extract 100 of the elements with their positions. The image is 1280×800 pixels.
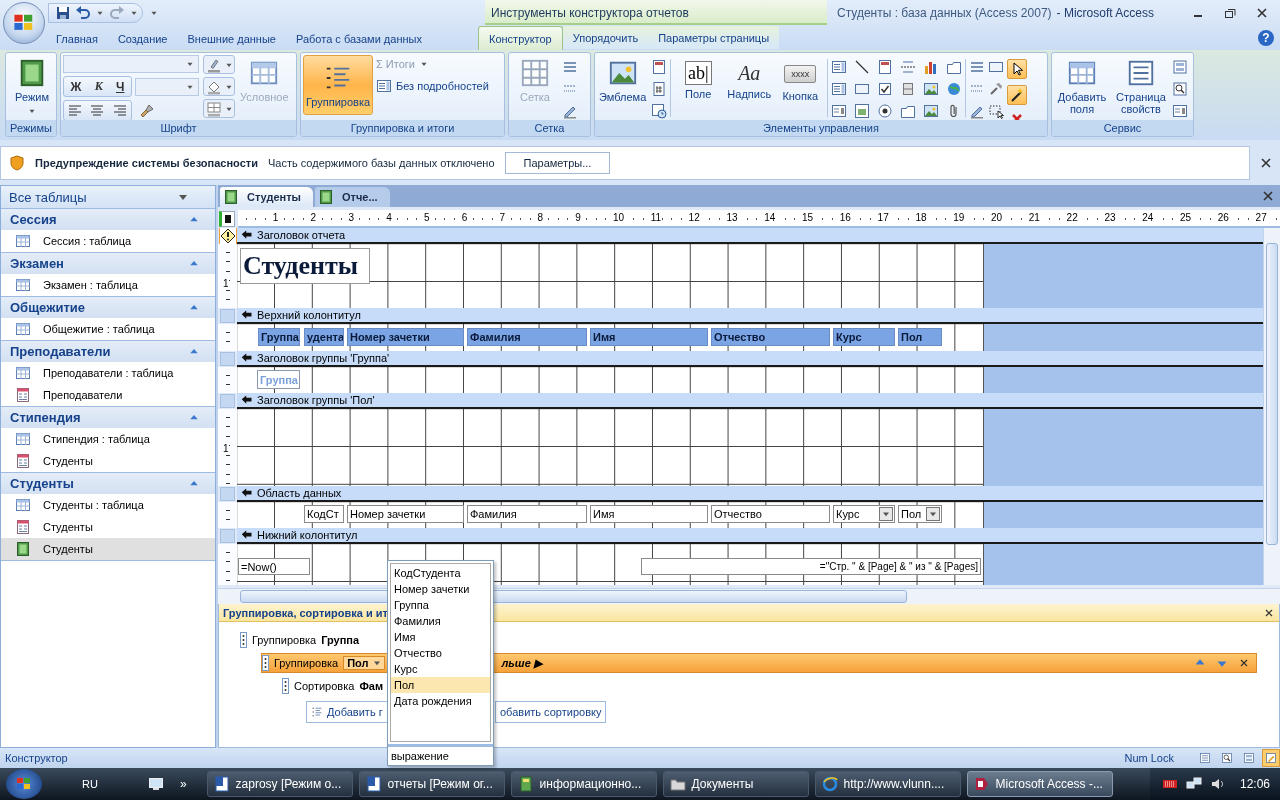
column-label[interactable]: Курс xyxy=(833,328,895,346)
taskbar-button[interactable]: zaprosy [Режим о... xyxy=(206,771,353,797)
nav-group-header[interactable]: Общежитие xyxy=(1,297,215,318)
logo-button[interactable]: Эмблема xyxy=(597,55,649,106)
taskbar-button[interactable]: http://www.vlunn.... xyxy=(814,771,961,797)
text-box[interactable]: Фамилия xyxy=(467,505,587,523)
speaker-icon[interactable] xyxy=(1209,776,1226,792)
lines-icon[interactable] xyxy=(562,59,578,75)
field-selector[interactable]: Фам xyxy=(359,680,384,692)
nav-group-header[interactable]: Экзамен xyxy=(1,253,215,274)
control-tool-button[interactable]: xxxx Кнопка xyxy=(776,55,825,105)
text-box[interactable]: Имя xyxy=(590,505,708,523)
control-tool-button[interactable]: ab| Поле xyxy=(674,55,723,103)
list-icon[interactable] xyxy=(831,81,848,97)
section-header[interactable]: Заголовок группы 'Группа' xyxy=(237,351,1263,367)
checkbox-icon[interactable] xyxy=(877,81,894,97)
page-number-icon[interactable] xyxy=(651,81,668,97)
nav-item[interactable]: Студенты xyxy=(1,516,215,538)
form-icon[interactable] xyxy=(1172,103,1188,119)
text-box[interactable]: ="Стр. " & [Page] & " из " & [Pages] xyxy=(641,558,981,575)
section-header[interactable]: Верхний колонтитул xyxy=(237,308,1263,324)
office-button[interactable] xyxy=(3,2,45,44)
options-button[interactable]: Параметры... xyxy=(504,151,611,174)
font-color-button[interactable] xyxy=(203,55,235,74)
text-box[interactable]: Отчество xyxy=(711,505,830,523)
ribbon-tab[interactable]: Работа с базами данных xyxy=(285,27,432,50)
section-header[interactable]: Заголовок отчета xyxy=(237,228,1263,244)
column-label[interactable]: Номер зачетки xyxy=(347,328,464,346)
view-button[interactable]: Режим xyxy=(8,55,56,119)
nav-group-header[interactable]: Преподаватели xyxy=(1,341,215,362)
nav-item[interactable]: Студенты xyxy=(1,450,215,472)
nav-item[interactable]: Сессия : таблица xyxy=(1,230,215,252)
taskbar-button[interactable]: Документы xyxy=(662,771,809,797)
report-title[interactable]: Студенты xyxy=(240,248,370,284)
ribbon-tab[interactable]: Упорядочить xyxy=(562,26,649,49)
combo-box[interactable]: Пол xyxy=(898,505,942,523)
line-icon[interactable] xyxy=(854,59,871,75)
rectangle-icon[interactable] xyxy=(988,59,1005,75)
nav-group-header[interactable]: Сессия xyxy=(1,209,215,230)
field-option[interactable]: Номер зачетки xyxy=(391,581,490,597)
combo-box[interactable]: Курс xyxy=(833,505,895,523)
view-switch-button[interactable] xyxy=(1262,749,1280,767)
nav-item[interactable]: Экзамен : таблица xyxy=(1,274,215,296)
select-tool-button[interactable] xyxy=(1007,59,1028,79)
subform-icon[interactable] xyxy=(854,103,871,119)
date-time-icon[interactable] xyxy=(651,103,668,119)
more-link[interactable]: льше ▶ xyxy=(501,656,542,670)
undo-icon[interactable] xyxy=(75,4,91,21)
select-report-box[interactable] xyxy=(219,211,235,227)
drag-handle-icon[interactable] xyxy=(262,655,269,671)
service-button[interactable]: Страница свойств xyxy=(1113,55,1169,118)
section-header[interactable]: Нижний колонтитул xyxy=(237,528,1263,544)
language-indicator[interactable]: RU xyxy=(82,778,98,790)
font-size-field[interactable] xyxy=(135,77,199,96)
column-label[interactable]: Фамилия xyxy=(467,328,587,346)
document-tab[interactable]: Студенты xyxy=(220,187,313,207)
style-button[interactable]: Ч xyxy=(112,79,128,94)
column-label[interactable]: Имя xyxy=(590,328,708,346)
nav-group-header[interactable]: Студенты xyxy=(1,473,215,494)
title-icon[interactable] xyxy=(877,59,894,75)
desktop-icon[interactable] xyxy=(147,776,164,792)
grouping-level[interactable]: Сортировка Фам xyxy=(282,676,384,696)
field-option[interactable]: Имя xyxy=(391,629,490,645)
image-icon[interactable] xyxy=(923,103,940,119)
column-label[interactable]: Отчество xyxy=(711,328,830,346)
ribbon-tab[interactable]: Конструктор xyxy=(478,26,563,50)
align-left-icon[interactable] xyxy=(67,102,84,119)
text-box[interactable]: Номер зачетки xyxy=(347,505,464,523)
more-button[interactable]: » xyxy=(179,777,187,791)
nav-item[interactable]: Преподаватели : таблица xyxy=(1,362,215,384)
navigation-header[interactable]: Все таблицы xyxy=(1,186,215,209)
list-icon[interactable] xyxy=(831,59,848,75)
network-icon[interactable] xyxy=(1185,776,1202,792)
document-tab[interactable]: Отче... xyxy=(315,187,390,207)
grouping-level[interactable]: Группировка Группа xyxy=(240,630,360,650)
title-icon[interactable] xyxy=(651,59,668,75)
section-header[interactable]: Область данных xyxy=(237,486,1263,502)
rectangle-icon[interactable] xyxy=(854,81,871,97)
help-button[interactable]: ? xyxy=(1258,30,1274,46)
text-box[interactable]: =Now() xyxy=(238,558,310,575)
selection-icon[interactable] xyxy=(988,103,1005,119)
add-button[interactable]: обавить сортировку xyxy=(495,701,607,723)
image-icon[interactable] xyxy=(923,81,940,97)
style-button[interactable]: К xyxy=(91,79,106,94)
ribbon-tab[interactable]: Создание xyxy=(107,27,178,50)
tab-icon[interactable] xyxy=(946,59,963,75)
nav-group-header[interactable]: Стипендия xyxy=(1,407,215,428)
text-box[interactable]: КодСт xyxy=(304,505,344,523)
globe-icon[interactable] xyxy=(946,81,963,97)
column-label[interactable]: Группа xyxy=(258,328,300,346)
nav-item[interactable]: Общежитие : таблица xyxy=(1,318,215,340)
field-option[interactable]: Фамилия xyxy=(391,613,490,629)
service-button[interactable]: Добавить поля xyxy=(1054,55,1110,118)
lines-icon[interactable] xyxy=(969,59,986,75)
field-option[interactable]: Группа xyxy=(391,597,490,613)
taskbar-button[interactable]: отчеты [Режим ог... xyxy=(358,771,505,797)
nav-item[interactable]: Студенты : таблица xyxy=(1,494,215,516)
brush-icon[interactable] xyxy=(139,102,155,119)
expression-option[interactable]: выражение xyxy=(388,744,493,765)
hide-details-button[interactable]: Без подробностей xyxy=(376,78,489,94)
